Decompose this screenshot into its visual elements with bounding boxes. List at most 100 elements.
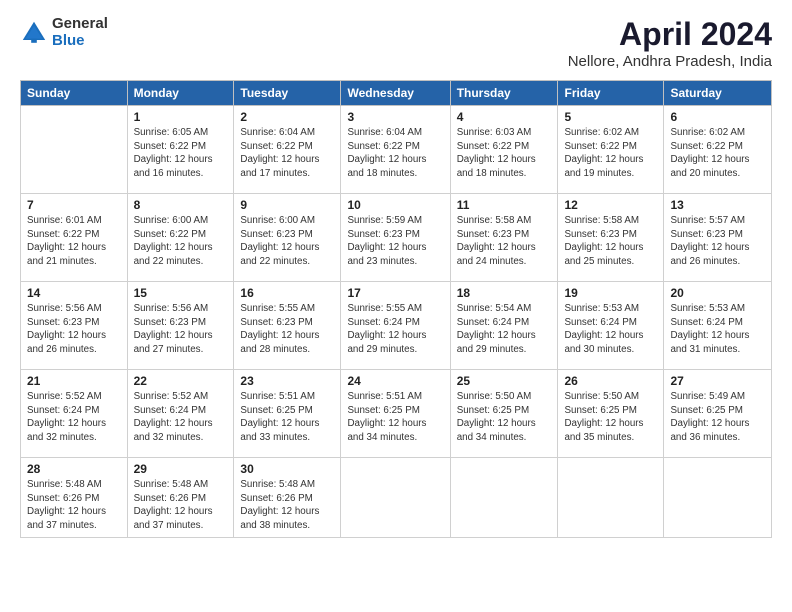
day-info: Sunrise: 5:48 AMSunset: 6:26 PMDaylight:… [27,479,106,531]
col-thursday: Thursday [450,81,558,106]
logo-blue: Blue [52,33,108,50]
table-row: 11 Sunrise: 5:58 AMSunset: 6:23 PMDayligh… [450,194,558,282]
table-row: 13 Sunrise: 5:57 AMSunset: 6:23 PMDayligh… [664,194,772,282]
table-row: 17 Sunrise: 5:55 AMSunset: 6:24 PMDayligh… [341,282,450,370]
day-number: 5 [564,110,657,124]
day-number: 3 [347,110,443,124]
day-number: 13 [670,198,765,212]
col-tuesday: Tuesday [234,81,341,106]
day-number: 23 [240,374,334,388]
day-number: 10 [347,198,443,212]
location: Nellore, Andhra Pradesh, India [568,53,772,70]
day-number: 24 [347,374,443,388]
table-row: 25 Sunrise: 5:50 AMSunset: 6:25 PMDayligh… [450,370,558,458]
table-row [450,458,558,538]
calendar-header: Sunday Monday Tuesday Wednesday Thursday… [21,81,772,106]
day-number: 21 [27,374,121,388]
day-info: Sunrise: 6:02 AMSunset: 6:22 PMDaylight:… [564,127,643,179]
day-info: Sunrise: 5:57 AMSunset: 6:23 PMDaylight:… [670,215,749,267]
day-number: 15 [134,286,228,300]
day-number: 4 [457,110,552,124]
table-row: 22Sunrise: 5:52 AMSunset: 6:24 PMDayligh… [127,370,234,458]
day-info: Sunrise: 5:53 AMSunset: 6:24 PMDaylight:… [670,303,749,355]
day-number: 11 [457,198,552,212]
day-info: Sunrise: 6:04 AMSunset: 6:22 PMDaylight:… [240,127,319,179]
table-row: 5 Sunrise: 6:02 AMSunset: 6:22 PMDaylight… [558,106,664,194]
day-info: Sunrise: 5:51 AMSunset: 6:25 PMDaylight:… [347,391,426,443]
day-number: 9 [240,198,334,212]
day-number: 17 [347,286,443,300]
day-info: Sunrise: 5:55 AMSunset: 6:23 PMDaylight:… [240,303,319,355]
table-row: 29Sunrise: 5:48 AMSunset: 6:26 PMDayligh… [127,458,234,538]
day-number: 25 [457,374,552,388]
day-number: 12 [564,198,657,212]
day-number: 20 [670,286,765,300]
day-info: Sunrise: 6:02 AMSunset: 6:22 PMDaylight:… [670,127,749,179]
col-sunday: Sunday [21,81,128,106]
day-number: 26 [564,374,657,388]
day-info: Sunrise: 5:54 AMSunset: 6:24 PMDaylight:… [457,303,536,355]
day-number: 19 [564,286,657,300]
table-row: 6 Sunrise: 6:02 AMSunset: 6:22 PMDaylight… [664,106,772,194]
table-row [341,458,450,538]
col-wednesday: Wednesday [341,81,450,106]
table-row: 28 Sunrise: 5:48 AMSunset: 6:26 PMDayligh… [21,458,128,538]
table-row: 30 Sunrise: 5:48 AMSunset: 6:26 PMDayligh… [234,458,341,538]
table-row: 2 Sunrise: 6:04 AMSunset: 6:22 PMDaylight… [234,106,341,194]
day-info: Sunrise: 5:58 AMSunset: 6:23 PMDaylight:… [457,215,536,267]
day-number: 1 [134,110,228,124]
month-title: April 2024 [568,16,772,53]
table-row: 14Sunrise: 5:56 AMSunset: 6:23 PMDayligh… [21,282,128,370]
page-header: General Blue April 2024 Nellore, Andhra … [20,16,772,70]
day-info: Sunrise: 6:03 AMSunset: 6:22 PMDaylight:… [457,127,536,179]
day-number: 2 [240,110,334,124]
table-row: 27 Sunrise: 5:49 AMSunset: 6:25 PMDayligh… [664,370,772,458]
table-row [21,106,128,194]
table-row: 24 Sunrise: 5:51 AMSunset: 6:25 PMDayligh… [341,370,450,458]
day-number: 22 [134,374,228,388]
day-info: Sunrise: 6:04 AMSunset: 6:22 PMDaylight:… [347,127,426,179]
day-info: Sunrise: 6:00 AMSunset: 6:22 PMDaylight:… [134,215,213,267]
day-info: Sunrise: 6:01 AMSunset: 6:22 PMDaylight:… [27,215,106,267]
day-info: Sunrise: 5:55 AMSunset: 6:24 PMDaylight:… [347,303,426,355]
day-number: 6 [670,110,765,124]
table-row: 9 Sunrise: 6:00 AMSunset: 6:23 PMDaylight… [234,194,341,282]
day-info: Sunrise: 5:50 AMSunset: 6:25 PMDaylight:… [564,391,643,443]
day-info: Sunrise: 5:50 AMSunset: 6:25 PMDaylight:… [457,391,536,443]
day-info: Sunrise: 5:48 AMSunset: 6:26 PMDaylight:… [240,479,319,531]
day-info: Sunrise: 5:56 AMSunset: 6:23 PMDaylight:… [134,303,213,355]
table-row: 7 Sunrise: 6:01 AMSunset: 6:22 PMDaylight… [21,194,128,282]
day-number: 18 [457,286,552,300]
table-row: 10Sunrise: 5:59 AMSunset: 6:23 PMDayligh… [341,194,450,282]
table-row: 23 Sunrise: 5:51 AMSunset: 6:25 PMDayligh… [234,370,341,458]
table-row: 16 Sunrise: 5:55 AMSunset: 6:23 PMDayligh… [234,282,341,370]
day-number: 28 [27,462,121,476]
table-row: 12 Sunrise: 5:58 AMSunset: 6:23 PMDayligh… [558,194,664,282]
day-info: Sunrise: 6:00 AMSunset: 6:23 PMDaylight:… [240,215,319,267]
day-number: 27 [670,374,765,388]
table-row: 8Sunrise: 6:00 AMSunset: 6:22 PMDaylight… [127,194,234,282]
table-row: 26 Sunrise: 5:50 AMSunset: 6:25 PMDayligh… [558,370,664,458]
day-number: 7 [27,198,121,212]
day-number: 30 [240,462,334,476]
table-row [558,458,664,538]
table-row: 21 Sunrise: 5:52 AMSunset: 6:24 PMDayligh… [21,370,128,458]
day-info: Sunrise: 5:51 AMSunset: 6:25 PMDaylight:… [240,391,319,443]
day-info: Sunrise: 5:52 AMSunset: 6:24 PMDaylight:… [27,391,106,443]
day-info: Sunrise: 6:05 AMSunset: 6:22 PMDaylight:… [134,127,213,179]
logo-general: General [52,16,108,33]
col-saturday: Saturday [664,81,772,106]
day-info: Sunrise: 5:48 AMSunset: 6:26 PMDaylight:… [134,479,213,531]
logo: General Blue [20,16,108,49]
day-info: Sunrise: 5:56 AMSunset: 6:23 PMDaylight:… [27,303,106,355]
table-row [664,458,772,538]
day-info: Sunrise: 5:58 AMSunset: 6:23 PMDaylight:… [564,215,643,267]
col-monday: Monday [127,81,234,106]
calendar-body: 1 Sunrise: 6:05 AMSunset: 6:22 PMDaylight… [21,106,772,538]
table-row: 1 Sunrise: 6:05 AMSunset: 6:22 PMDaylight… [127,106,234,194]
day-info: Sunrise: 5:49 AMSunset: 6:25 PMDaylight:… [670,391,749,443]
col-friday: Friday [558,81,664,106]
logo-text: General Blue [52,16,108,49]
day-number: 16 [240,286,334,300]
table-row: 3 Sunrise: 6:04 AMSunset: 6:22 PMDaylight… [341,106,450,194]
